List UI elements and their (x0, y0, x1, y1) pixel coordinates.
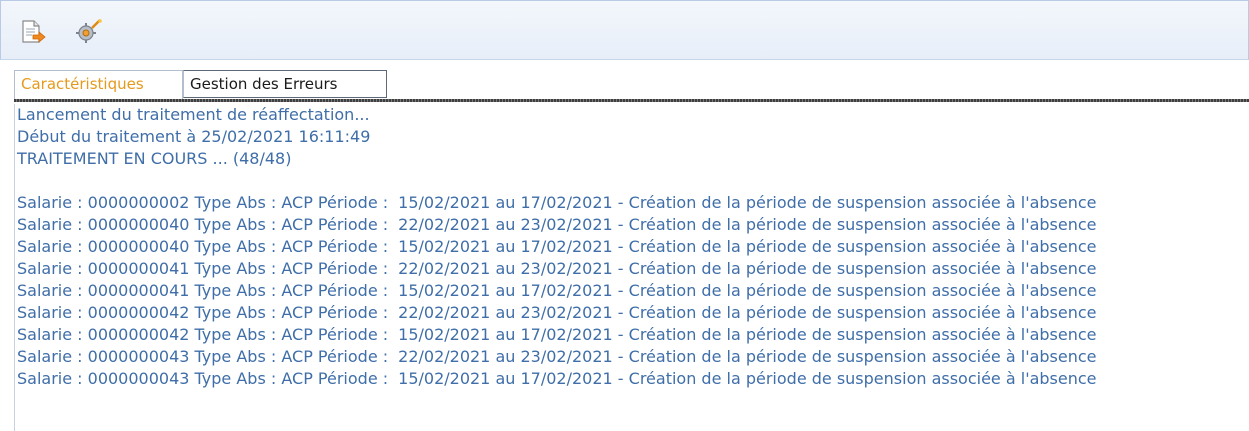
log-entry-detail: 15/02/2021 au 17/02/2021 - Création de l… (398, 281, 1097, 300)
log-entry-prefix: Salarie : 0000000043 Type Abs : ACP Péri… (17, 369, 389, 388)
log-entry: Salarie : 0000000040 Type Abs : ACP Péri… (17, 214, 1097, 236)
log-entry-prefix: Salarie : 0000000041 Type Abs : ACP Péri… (17, 259, 389, 278)
log-entry-prefix: Salarie : 0000000041 Type Abs : ACP Péri… (17, 281, 389, 300)
log-entry-detail: 22/02/2021 au 23/02/2021 - Création de l… (398, 347, 1097, 366)
log-entry: Salarie : 0000000042 Type Abs : ACP Péri… (17, 302, 1097, 324)
log-header-line: Lancement du traitement de réaffectation… (17, 105, 370, 124)
export-document-icon (22, 20, 46, 43)
log-entry: Salarie : 0000000043 Type Abs : ACP Péri… (17, 368, 1097, 390)
log-header-line: TRAITEMENT EN COURS ... (48/48) (17, 149, 292, 168)
log-entry-prefix: Salarie : 0000000040 Type Abs : ACP Péri… (17, 215, 389, 234)
process-window: Caractéristiques Gestion des Erreurs Lan… (0, 0, 1249, 431)
log-entry-detail: 22/02/2021 au 23/02/2021 - Création de l… (398, 303, 1097, 322)
log-entry-detail: 22/02/2021 au 23/02/2021 - Création de l… (398, 215, 1097, 234)
toolbar (0, 0, 1249, 60)
log-entry-detail: 22/02/2021 au 23/02/2021 - Création de l… (398, 259, 1097, 278)
log-entry-prefix: Salarie : 0000000002 Type Abs : ACP Péri… (17, 193, 389, 212)
log-entry: Salarie : 0000000042 Type Abs : ACP Péri… (17, 324, 1097, 346)
export-button[interactable] (19, 18, 47, 46)
log-entry: Salarie : 0000000043 Type Abs : ACP Péri… (17, 346, 1097, 368)
log-entry: Salarie : 0000000002 Type Abs : ACP Péri… (17, 192, 1097, 214)
log-entry-prefix: Salarie : 0000000040 Type Abs : ACP Péri… (17, 237, 389, 256)
settings-button[interactable] (75, 18, 103, 46)
log-header-line: Début du traitement à 25/02/2021 16:11:4… (17, 127, 371, 146)
settings-wand-icon (76, 19, 102, 43)
log-entry-detail: 15/02/2021 au 17/02/2021 - Création de l… (398, 369, 1097, 388)
log-entry-detail: 15/02/2021 au 17/02/2021 - Création de l… (398, 325, 1097, 344)
log-entry: Salarie : 0000000041 Type Abs : ACP Péri… (17, 258, 1097, 280)
tab-divider (14, 99, 1249, 102)
log-entry-detail: 15/02/2021 au 17/02/2021 - Création de l… (398, 237, 1097, 256)
log-entry-prefix: Salarie : 0000000043 Type Abs : ACP Péri… (17, 347, 389, 366)
log-entry-prefix: Salarie : 0000000042 Type Abs : ACP Péri… (17, 303, 389, 322)
log-entry-detail: 15/02/2021 au 17/02/2021 - Création de l… (398, 193, 1097, 212)
log-panel[interactable]: Lancement du traitement de réaffectation… (14, 104, 1249, 431)
tab-strip: Caractéristiques Gestion des Erreurs (0, 62, 1249, 100)
tab-gestion-des-erreurs[interactable]: Gestion des Erreurs (183, 70, 387, 98)
tab-caracteristiques[interactable]: Caractéristiques (14, 70, 183, 100)
log-entry: Salarie : 0000000041 Type Abs : ACP Péri… (17, 280, 1097, 302)
log-entry: Salarie : 0000000040 Type Abs : ACP Péri… (17, 236, 1097, 258)
log-entry-prefix: Salarie : 0000000042 Type Abs : ACP Péri… (17, 325, 389, 344)
